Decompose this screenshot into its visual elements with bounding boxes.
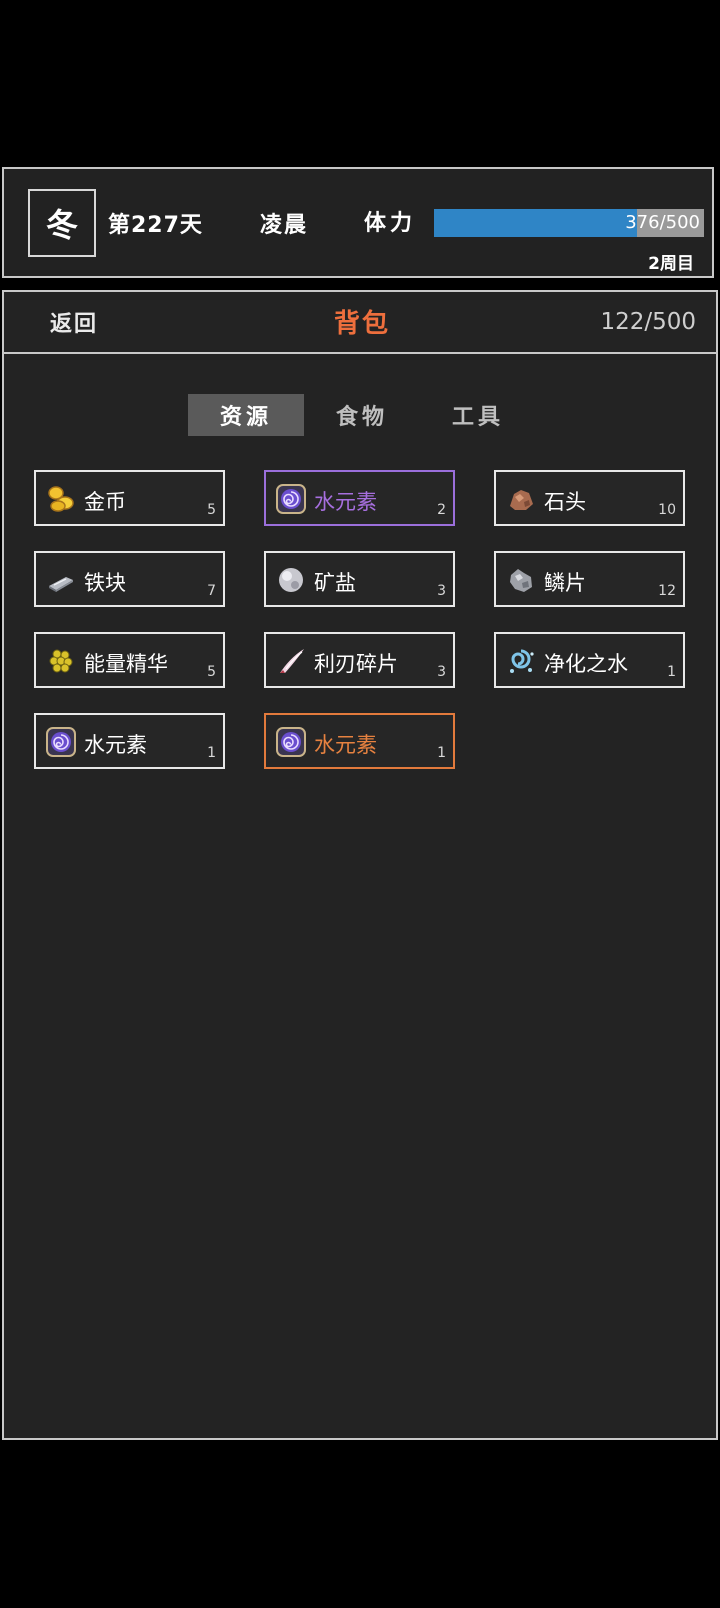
gold-coins-icon	[46, 484, 76, 514]
stamina-label: 体力	[364, 211, 417, 236]
iron-ingot-icon	[46, 565, 76, 595]
item-count: 3	[437, 664, 446, 680]
item-count: 12	[658, 583, 676, 599]
inventory-slot[interactable]: 金币 5	[34, 470, 225, 526]
item-name: 水元素	[84, 733, 147, 757]
item-name: 利刃碎片	[314, 652, 398, 676]
day-counter: 第227天	[108, 213, 203, 238]
inventory-slot[interactable]: 利刃碎片 3	[264, 632, 455, 688]
item-count: 7	[207, 583, 216, 599]
item-name: 净化之水	[544, 652, 628, 676]
game-screen: 冬 第227天 凌晨 体力 376/500 2周目 返回 背包 122/500 …	[0, 0, 720, 1608]
water-element-icon	[276, 727, 306, 757]
stamina-bar: 376/500	[434, 209, 704, 237]
item-count: 2	[437, 502, 446, 518]
tab-food[interactable]: 食物	[304, 394, 420, 436]
water-element-icon	[46, 727, 76, 757]
item-count: 1	[667, 664, 676, 680]
tab-tools[interactable]: 工具	[420, 394, 536, 436]
backpack-capacity: 122/500	[600, 309, 696, 335]
stamina-value: 376/500	[625, 212, 700, 233]
item-name: 水元素	[314, 490, 377, 514]
inventory-slot[interactable]: 水元素 2	[264, 470, 455, 526]
rock-salt-icon	[276, 565, 306, 595]
item-count: 5	[207, 664, 216, 680]
energy-essence-icon	[46, 646, 76, 676]
backpack-panel: 返回 背包 122/500 资源 食物 工具 金币 5 水元素 2 石头 10 铁块 7 矿盐 3…	[2, 290, 718, 1440]
stamina-fill	[434, 209, 638, 237]
tab-resources[interactable]: 资源	[188, 394, 304, 436]
item-name: 金币	[84, 490, 126, 514]
category-tabs: 资源 食物 工具	[188, 394, 536, 436]
inventory-slot[interactable]: 石头 10	[494, 470, 685, 526]
item-name: 能量精华	[84, 652, 168, 676]
inventory-slot[interactable]: 水元素 1	[264, 713, 455, 769]
season-indicator: 冬	[28, 189, 96, 257]
item-name: 水元素	[314, 733, 377, 757]
inventory-slot[interactable]: 净化之水 1	[494, 632, 685, 688]
item-name: 石头	[544, 490, 586, 514]
item-count: 1	[437, 745, 446, 761]
item-name: 铁块	[84, 571, 126, 595]
scale-icon	[506, 565, 536, 595]
time-of-day: 凌晨	[260, 213, 309, 238]
inventory-slot[interactable]: 铁块 7	[34, 551, 225, 607]
item-count: 3	[437, 583, 446, 599]
item-name: 矿盐	[314, 571, 356, 595]
stone-icon	[506, 484, 536, 514]
inventory-slot[interactable]: 矿盐 3	[264, 551, 455, 607]
blade-shard-icon	[276, 646, 306, 676]
inventory-slot[interactable]: 水元素 1	[34, 713, 225, 769]
item-count: 1	[207, 745, 216, 761]
status-panel: 冬 第227天 凌晨 体力 376/500 2周目	[2, 167, 714, 278]
inventory-slot[interactable]: 能量精华 5	[34, 632, 225, 688]
item-grid: 金币 5 水元素 2 石头 10 铁块 7 矿盐 3 鳞片 12 能量精华 5 利刃碎片 3 净化之水 1 水元素 1…	[34, 470, 690, 769]
water-element-icon	[276, 484, 306, 514]
item-count: 5	[207, 502, 216, 518]
inventory-slot[interactable]: 鳞片 12	[494, 551, 685, 607]
item-name: 鳞片	[544, 571, 586, 595]
playthrough-cycle: 2周目	[648, 254, 694, 274]
backpack-header: 返回 背包 122/500	[4, 292, 716, 354]
purified-water-icon	[506, 646, 536, 676]
item-count: 10	[658, 502, 676, 518]
